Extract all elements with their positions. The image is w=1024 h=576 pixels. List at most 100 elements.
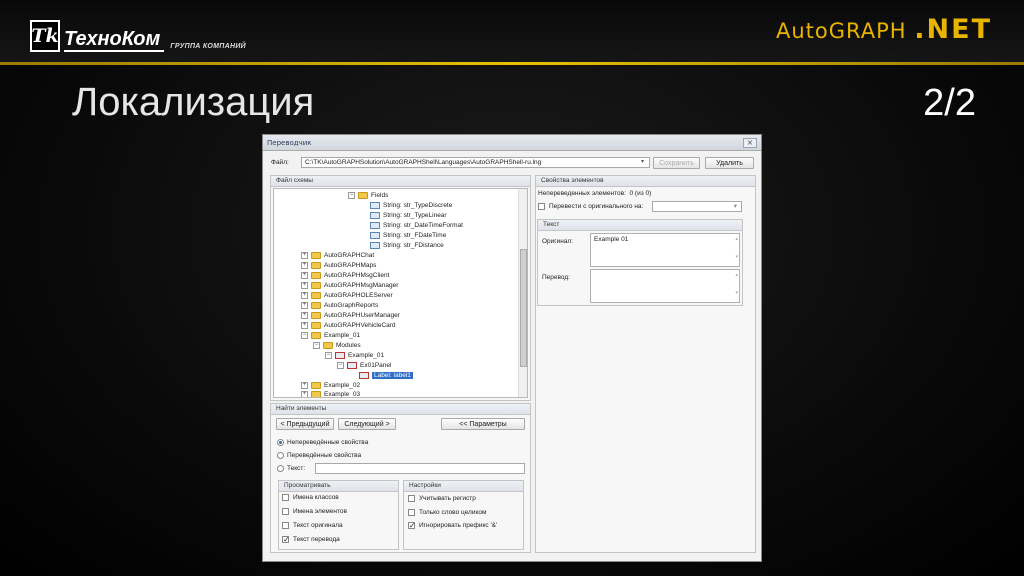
string-icon bbox=[370, 242, 380, 249]
view-element-names-checkbox[interactable]: Имена элементов bbox=[282, 508, 347, 515]
tree-item[interactable]: String: str_TypeLinear bbox=[370, 211, 447, 220]
tree-item-fields[interactable]: − Fields bbox=[348, 191, 388, 200]
tree-item[interactable]: + AutoGRAPHOLEServer bbox=[301, 291, 393, 300]
translate-from-checkbox[interactable]: Перевести с оригинального на: bbox=[538, 203, 643, 210]
collapse-icon[interactable]: − bbox=[325, 352, 332, 359]
page-number: 2/2 bbox=[923, 82, 976, 124]
tree-item[interactable]: + AutoGRAPHMsgClient bbox=[301, 271, 389, 280]
radio-untranslated[interactable]: Непереведённые свойства bbox=[277, 439, 368, 446]
tree-item[interactable]: − Example_01 bbox=[325, 351, 384, 360]
tree-item[interactable]: + AutoGRAPHMsgManager bbox=[301, 281, 398, 290]
ignore-prefix-checkbox[interactable]: ✓ Игнорировать префикс '&' bbox=[408, 522, 497, 530]
company-name: ТехноКом bbox=[64, 28, 165, 52]
settings-group-header: Настройки bbox=[404, 481, 523, 492]
file-path-value: C:\TK\AutoGRAPHSolution\AutoGRAPHShell\L… bbox=[305, 159, 542, 166]
tree-item[interactable]: String: str_FDateTime bbox=[370, 231, 446, 240]
label-icon bbox=[359, 372, 369, 379]
expand-icon[interactable]: + bbox=[301, 322, 308, 329]
case-sensitive-checkbox[interactable]: Учитывать регистр bbox=[408, 495, 476, 502]
tree-scrollbar-thumb[interactable] bbox=[520, 249, 527, 367]
collapse-icon[interactable]: − bbox=[337, 362, 344, 369]
collapse-icon[interactable]: − bbox=[301, 332, 308, 339]
scheme-tree[interactable]: − Fields String: str_TypeDiscrete String:… bbox=[273, 188, 528, 398]
scroll-arrows-icon: ▴ ▾ bbox=[735, 236, 738, 260]
checkbox-empty-icon[interactable] bbox=[408, 509, 415, 516]
chevron-down-icon: ▾ bbox=[733, 203, 737, 210]
radio-off-icon[interactable] bbox=[277, 465, 284, 472]
whole-word-checkbox[interactable]: Только слово целиком bbox=[408, 509, 486, 516]
view-original-text-checkbox[interactable]: Текст оригинала bbox=[282, 522, 343, 529]
tree-item[interactable]: − Ex01Panel bbox=[337, 361, 391, 370]
slide-title: Локализация bbox=[72, 80, 315, 124]
tree-item[interactable]: String: str_DateTimeFormat bbox=[370, 221, 463, 230]
save-button[interactable]: Сохранить bbox=[653, 157, 700, 169]
checkmark-icon[interactable]: ✓ bbox=[408, 522, 416, 530]
tree-item[interactable]: + Example_03 bbox=[301, 390, 360, 397]
next-button[interactable]: Следующий > bbox=[338, 418, 396, 430]
tree-item[interactable]: + AutoGRAPHChat bbox=[301, 251, 374, 260]
collapse-icon[interactable]: − bbox=[348, 192, 355, 199]
view-class-names-checkbox[interactable]: Имена классов bbox=[282, 494, 339, 501]
tree-scrollbar[interactable] bbox=[518, 189, 527, 397]
component-icon bbox=[335, 352, 345, 359]
folder-icon bbox=[311, 262, 321, 269]
tree-item[interactable]: − Modules bbox=[313, 341, 361, 350]
chevron-down-icon[interactable]: ▾ bbox=[641, 158, 644, 165]
original-textarea[interactable]: Example 01 ▴ ▾ bbox=[590, 233, 740, 267]
language-select[interactable]: ▾ bbox=[652, 201, 742, 212]
tree-item[interactable]: + AutoGRAPHVehicleCard bbox=[301, 321, 396, 330]
string-icon bbox=[370, 202, 380, 209]
expand-icon[interactable]: + bbox=[301, 302, 308, 309]
radio-off-icon[interactable] bbox=[277, 452, 284, 459]
folder-icon bbox=[311, 332, 321, 339]
delete-button[interactable]: Удалить bbox=[705, 157, 754, 169]
checkbox-empty-icon[interactable] bbox=[282, 494, 289, 501]
previous-button[interactable]: < Предыдущий bbox=[276, 418, 334, 430]
tree-item[interactable]: String: str_FDistance bbox=[370, 241, 444, 250]
params-button[interactable]: << Параметры bbox=[441, 418, 525, 430]
expand-icon[interactable]: + bbox=[301, 382, 308, 389]
expand-icon[interactable]: + bbox=[301, 391, 308, 397]
radio-translated[interactable]: Переведённые свойства bbox=[277, 452, 361, 459]
tree-item[interactable]: + AutoGRAPHUserManager bbox=[301, 311, 400, 320]
tree-item-selected[interactable]: Label: label1 bbox=[359, 371, 413, 380]
expand-icon[interactable]: + bbox=[301, 312, 308, 319]
checkbox-empty-icon[interactable] bbox=[282, 508, 289, 515]
translation-textarea[interactable]: ▴ ▾ bbox=[590, 269, 740, 303]
folder-icon bbox=[311, 292, 321, 299]
header-divider bbox=[0, 62, 1024, 65]
tree-item[interactable]: String: str_TypeDiscrete bbox=[370, 201, 452, 210]
checkbox-empty-icon[interactable] bbox=[408, 495, 415, 502]
expand-icon[interactable]: + bbox=[301, 282, 308, 289]
file-path-field[interactable]: C:\TK\AutoGRAPHSolution\AutoGRAPHShell\L… bbox=[301, 157, 650, 168]
tree-item[interactable]: − Example_01 bbox=[301, 331, 360, 340]
tree-item[interactable]: + AutoGraphReports bbox=[301, 301, 378, 310]
checkbox-empty-icon[interactable] bbox=[282, 522, 289, 529]
product-suffix: .NET bbox=[914, 14, 992, 45]
close-icon[interactable]: × bbox=[743, 137, 757, 148]
folder-icon bbox=[311, 382, 321, 389]
search-text-input[interactable] bbox=[315, 463, 525, 474]
translation-label: Перевод: bbox=[542, 274, 570, 281]
folder-icon bbox=[311, 252, 321, 259]
radio-text[interactable]: Текст: bbox=[277, 465, 305, 472]
checkmark-icon[interactable]: ✓ bbox=[282, 536, 290, 544]
text-group-header: Текст bbox=[538, 220, 742, 231]
technokom-logo: Tk ТехноКом ГРУППА КОМПАНИЙ bbox=[30, 20, 246, 52]
untranslated-count-value: 0 (из 0) bbox=[629, 190, 652, 197]
collapse-icon[interactable]: − bbox=[313, 342, 320, 349]
expand-icon[interactable]: + bbox=[301, 252, 308, 259]
autograph-logo: AutoGRAPH .NET bbox=[776, 14, 992, 45]
radio-on-icon[interactable] bbox=[277, 439, 284, 446]
tree-item[interactable]: + AutoGRAPHMaps bbox=[301, 261, 376, 270]
tree-item[interactable]: + Example_02 bbox=[301, 381, 360, 390]
view-translation-text-checkbox[interactable]: ✓ Текст перевода bbox=[282, 536, 340, 544]
original-text-value: Example 01 bbox=[594, 236, 629, 243]
expand-icon[interactable]: + bbox=[301, 262, 308, 269]
folder-icon bbox=[311, 302, 321, 309]
string-icon bbox=[370, 212, 380, 219]
company-subtitle: ГРУППА КОМПАНИЙ bbox=[170, 43, 246, 50]
expand-icon[interactable]: + bbox=[301, 292, 308, 299]
expand-icon[interactable]: + bbox=[301, 272, 308, 279]
checkbox-empty-icon[interactable] bbox=[538, 203, 545, 210]
